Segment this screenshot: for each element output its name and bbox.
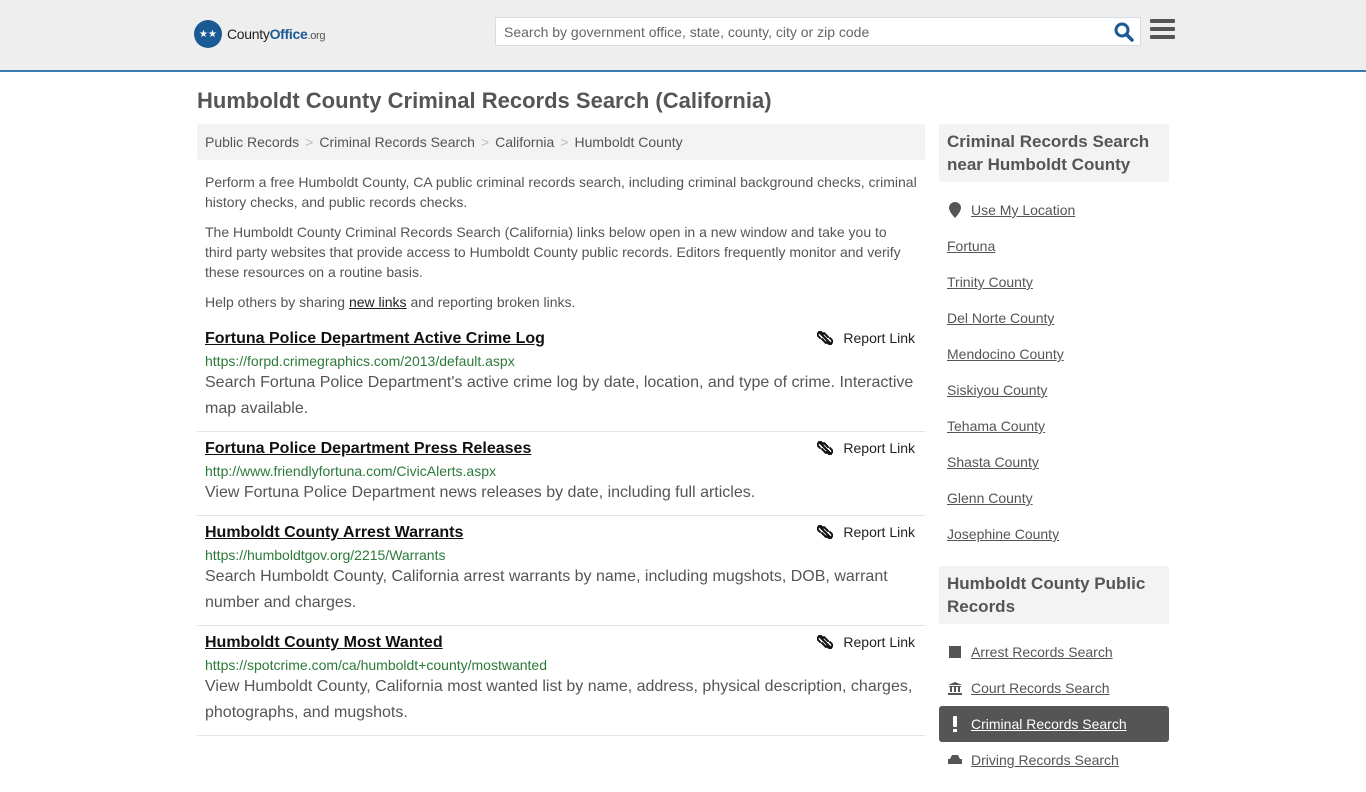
report-link-label: Report Link bbox=[843, 634, 915, 650]
intro-paragraph: Perform a free Humboldt County, CA publi… bbox=[205, 174, 917, 210]
public-records-item[interactable]: Arrest Records Search bbox=[939, 634, 1169, 670]
nearby-item[interactable]: Josephine County bbox=[939, 516, 1169, 552]
public-records-item[interactable]: Court Records Search bbox=[939, 670, 1169, 706]
logo-text: CountyOffice.org bbox=[227, 26, 326, 42]
broken-link-icon bbox=[817, 330, 834, 346]
nearby-link[interactable]: Tehama County bbox=[947, 418, 1045, 434]
result-url: http://www.friendlyfortuna.com/CivicAler… bbox=[205, 463, 496, 479]
nearby-item[interactable]: Fortuna bbox=[939, 228, 1169, 264]
courthouse-icon bbox=[947, 681, 963, 695]
nearby-link[interactable]: Del Norte County bbox=[947, 310, 1054, 326]
sidebar: Criminal Records Search near Humboldt Co… bbox=[939, 124, 1169, 792]
hamburger-menu-icon[interactable] bbox=[1150, 19, 1175, 41]
result-title-link[interactable]: Humboldt County Most Wanted bbox=[205, 634, 443, 652]
result-description: Search Fortuna Police Department's activ… bbox=[205, 374, 914, 417]
nearby-item[interactable]: Del Norte County bbox=[939, 300, 1169, 336]
report-link-button[interactable]: Report Link bbox=[817, 330, 915, 346]
intro: Perform a free Humboldt County, CA publi… bbox=[197, 160, 925, 312]
nearby-link[interactable]: Siskiyou County bbox=[947, 382, 1047, 398]
result-item: Fortuna Police Department Active Crime L… bbox=[197, 322, 925, 432]
breadcrumb-separator: > bbox=[480, 134, 490, 150]
result-description: View Fortuna Police Department news rele… bbox=[205, 484, 756, 501]
public-records-list: Arrest Records Search Court Records Searc… bbox=[939, 624, 1169, 792]
nearby-link[interactable]: Trinity County bbox=[947, 274, 1033, 290]
share-paragraph: Help others by sharing new links and rep… bbox=[205, 294, 576, 310]
result-description: View Humboldt County, California most wa… bbox=[205, 678, 913, 721]
public-records-link[interactable]: Criminal Records Search bbox=[971, 716, 1127, 732]
new-links-link[interactable]: new links bbox=[349, 294, 407, 310]
result-description: Search Humboldt County, California arres… bbox=[205, 568, 888, 611]
breadcrumb: Public Records > Criminal Records Search > C… bbox=[197, 124, 925, 160]
result-title-link[interactable]: Fortuna Police Department Press Releases bbox=[205, 440, 531, 458]
logo-eagle-icon: ★★ bbox=[194, 20, 222, 48]
nearby-link[interactable]: Josephine County bbox=[947, 526, 1059, 542]
nearby-link[interactable]: Mendocino County bbox=[947, 346, 1064, 362]
nearby-item[interactable]: Trinity County bbox=[939, 264, 1169, 300]
result-title-link[interactable]: Humboldt County Arrest Warrants bbox=[205, 524, 463, 542]
result-item: Humboldt County Arrest Warrants Report L… bbox=[197, 516, 925, 626]
square-icon bbox=[947, 646, 963, 658]
report-link-button[interactable]: Report Link bbox=[817, 634, 915, 650]
main-content: Public Records > Criminal Records Search > C… bbox=[197, 124, 925, 736]
result-url: https://humboldtgov.org/2215/Warrants bbox=[205, 547, 446, 563]
result-url: https://forpd.crimegraphics.com/2013/def… bbox=[205, 353, 515, 369]
nearby-item[interactable]: Tehama County bbox=[939, 408, 1169, 444]
result-url: https://spotcrime.com/ca/humboldt+county… bbox=[205, 657, 547, 673]
breadcrumb-california[interactable]: California bbox=[495, 134, 554, 150]
public-records-link[interactable]: Arrest Records Search bbox=[971, 644, 1113, 660]
nearby-link[interactable]: Shasta County bbox=[947, 454, 1039, 470]
search-icon[interactable] bbox=[1114, 22, 1134, 42]
breadcrumb-separator: > bbox=[305, 134, 314, 150]
public-records-item[interactable]: Criminal Records Search bbox=[939, 706, 1169, 742]
map-marker-icon bbox=[947, 202, 963, 218]
report-link-button[interactable]: Report Link bbox=[817, 524, 915, 540]
site-header: ★★ CountyOffice.org bbox=[0, 0, 1366, 72]
broken-link-icon bbox=[817, 634, 834, 650]
public-records-link[interactable]: Court Records Search bbox=[971, 680, 1110, 696]
page-title: Humboldt County Criminal Records Search … bbox=[197, 88, 772, 113]
car-icon bbox=[947, 754, 963, 766]
intro-paragraph: The Humboldt County Criminal Records Sea… bbox=[205, 224, 901, 280]
nearby-item[interactable]: Siskiyou County bbox=[939, 372, 1169, 408]
search-box bbox=[495, 17, 1141, 46]
public-records-link[interactable]: Driving Records Search bbox=[971, 752, 1119, 768]
nearby-link[interactable]: Fortuna bbox=[947, 238, 995, 254]
result-title-link[interactable]: Fortuna Police Department Active Crime L… bbox=[205, 330, 545, 348]
report-link-label: Report Link bbox=[843, 440, 915, 456]
broken-link-icon bbox=[817, 440, 834, 456]
nearby-item[interactable]: Shasta County bbox=[939, 444, 1169, 480]
nearby-item[interactable]: Mendocino County bbox=[939, 336, 1169, 372]
public-records-item[interactable]: Driving Records Search bbox=[939, 742, 1169, 778]
breadcrumb-criminal-records[interactable]: Criminal Records Search bbox=[319, 134, 475, 150]
result-item: Fortuna Police Department Press Releases… bbox=[197, 432, 925, 516]
report-link-label: Report Link bbox=[843, 524, 915, 540]
use-location-link[interactable]: Use My Location bbox=[971, 202, 1075, 218]
breadcrumb-public-records[interactable]: Public Records bbox=[205, 134, 299, 150]
breadcrumb-humboldt[interactable]: Humboldt County bbox=[574, 134, 682, 150]
nearby-link[interactable]: Glenn County bbox=[947, 490, 1033, 506]
broken-link-icon bbox=[817, 524, 834, 540]
breadcrumb-separator: > bbox=[560, 134, 569, 150]
nearby-item[interactable]: Glenn County bbox=[939, 480, 1169, 516]
exclamation-icon bbox=[947, 716, 963, 732]
nearby-heading: Criminal Records Search near Humboldt Co… bbox=[939, 124, 1169, 182]
nearby-list: Use My Location Fortuna Trinity County Del… bbox=[939, 182, 1169, 566]
result-item: Humboldt County Most Wanted Report Link … bbox=[197, 626, 925, 736]
public-records-heading: Humboldt County Public Records bbox=[939, 566, 1169, 624]
search-input[interactable] bbox=[496, 18, 1096, 45]
logo-link[interactable]: ★★ CountyOffice.org bbox=[194, 20, 326, 48]
results-list: Fortuna Police Department Active Crime L… bbox=[197, 322, 925, 736]
use-location-item[interactable]: Use My Location bbox=[939, 192, 1169, 228]
report-link-button[interactable]: Report Link bbox=[817, 440, 915, 456]
report-link-label: Report Link bbox=[843, 330, 915, 346]
